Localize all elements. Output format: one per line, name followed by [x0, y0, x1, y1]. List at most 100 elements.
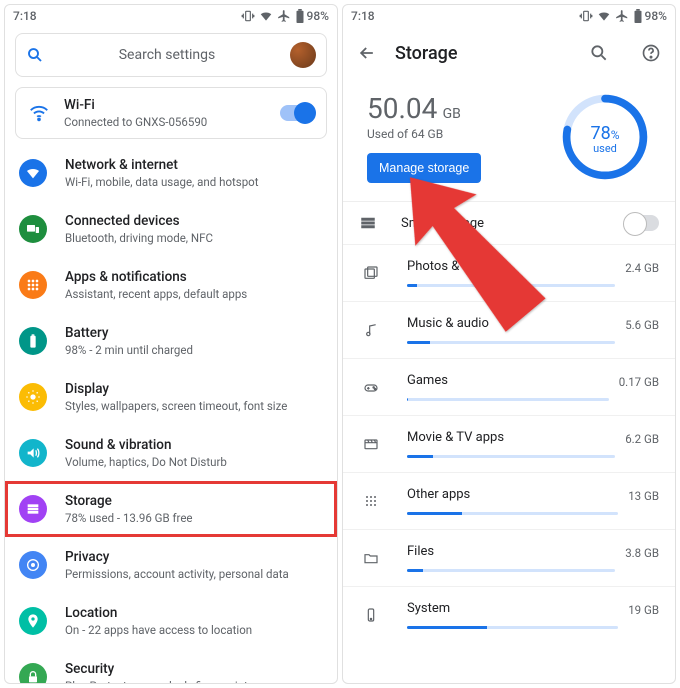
settings-list: Network & internetWi-Fi, mobile, data us…	[5, 145, 337, 683]
category-files[interactable]: Files 3.8 GB	[343, 529, 675, 586]
search-settings[interactable]: Search settings	[15, 33, 327, 77]
location-icon	[19, 607, 47, 635]
devices-icon	[19, 215, 47, 243]
wifi-icon	[19, 159, 47, 187]
row-title: Storage	[65, 493, 323, 509]
avatar[interactable]	[290, 42, 316, 68]
page-title: Storage	[395, 43, 458, 64]
category-name: Other apps	[407, 487, 618, 502]
wifi-sub: Connected to GNXS-056590	[64, 115, 280, 129]
category-photos[interactable]: Photos & videos2.4 GB	[343, 244, 675, 301]
battery-text: 98%	[645, 9, 667, 23]
row-title: Sound & vibration	[65, 437, 323, 453]
category-bar	[407, 398, 609, 401]
settings-row-battery[interactable]: Battery 98% - 2 min until charged	[5, 313, 337, 369]
settings-row-location[interactable]: Location On - 22 apps have access to loca…	[5, 593, 337, 649]
row-title: Privacy	[65, 549, 323, 565]
category-list: Photos & videos2.4 GBMusic & audio5.6 GB…	[343, 244, 675, 643]
row-sub: On - 22 apps have access to location	[65, 623, 323, 637]
wifi-toggle[interactable]	[280, 105, 314, 121]
storage-icon	[359, 214, 377, 232]
battery-text: 98%	[307, 9, 329, 23]
search-icon	[26, 46, 44, 64]
settings-row-apps[interactable]: Apps & notifications Assistant, recent ap…	[5, 257, 337, 313]
search-icon[interactable]	[589, 43, 609, 63]
category-bar	[407, 569, 615, 572]
help-icon[interactable]	[641, 43, 661, 63]
category-value: 3.8 GB	[625, 546, 659, 560]
smart-toggle[interactable]	[625, 215, 659, 231]
used-sub: Used of 64 GB	[367, 127, 481, 141]
ring-sub: used	[557, 142, 653, 155]
category-name: Photos & videos	[407, 259, 615, 274]
row-title: Battery	[65, 325, 323, 341]
storage-summary: 50.04 GB Used of 64 GB Manage storage 78…	[343, 79, 675, 201]
category-value: 13 GB	[628, 489, 659, 503]
row-title: Display	[65, 381, 323, 397]
back-icon[interactable]	[357, 43, 377, 63]
games-icon	[359, 379, 383, 395]
manage-storage-button[interactable]: Manage storage	[367, 153, 481, 183]
row-title: Apps & notifications	[65, 269, 323, 285]
clock: 7:18	[13, 9, 37, 23]
category-system[interactable]: System 19 GB	[343, 586, 675, 643]
category-name: Files	[407, 544, 615, 559]
wifi-card[interactable]: Wi-Fi Connected to GNXS-056590	[15, 87, 327, 139]
storage-icon	[19, 495, 47, 523]
settings-row-privacy[interactable]: PrivacyPermissions, account activity, pe…	[5, 537, 337, 593]
smart-storage-row[interactable]: Smart Storage	[343, 201, 675, 244]
category-movies[interactable]: Movie & TV apps6.2 GB	[343, 415, 675, 472]
category-bar	[407, 455, 615, 458]
category-name: Games	[407, 373, 609, 388]
wifi-status-icon	[259, 9, 273, 23]
category-value: 19 GB	[628, 603, 659, 617]
smart-label: Smart Storage	[401, 216, 625, 231]
row-title: Security	[65, 661, 323, 677]
wifi-icon	[28, 102, 50, 124]
settings-row-wifi[interactable]: Network & internetWi-Fi, mobile, data us…	[5, 145, 337, 201]
clock: 7:18	[351, 9, 375, 23]
category-music[interactable]: Music & audio5.6 GB	[343, 301, 675, 358]
security-icon	[19, 663, 47, 683]
row-sub: Bluetooth, driving mode, NFC	[65, 231, 323, 245]
ring-pct-suffix: %	[611, 128, 620, 142]
settings-row-display[interactable]: Display Styles, wallpapers, screen timeou…	[5, 369, 337, 425]
category-name: Movie & TV apps	[407, 430, 615, 445]
row-sub: Volume, haptics, Do Not Disturb	[65, 455, 323, 469]
row-sub: Styles, wallpapers, screen timeout, font…	[65, 399, 323, 413]
category-bar	[407, 284, 615, 287]
app-bar: Storage	[343, 27, 675, 79]
storage-screen: 7:18 98% Storage 50.04 GB Used of 64 GB …	[342, 4, 676, 684]
row-sub: 98% - 2 min until charged	[65, 343, 323, 357]
other-icon	[359, 493, 383, 509]
row-title: Location	[65, 605, 323, 621]
category-games[interactable]: Games0.17 GB	[343, 358, 675, 415]
wifi-title: Wi-Fi	[64, 97, 280, 113]
files-icon	[359, 550, 383, 566]
category-bar	[407, 626, 618, 629]
category-value: 5.6 GB	[625, 318, 659, 332]
used-number: 50.04	[367, 92, 437, 125]
music-icon	[359, 322, 383, 338]
display-icon	[19, 383, 47, 411]
settings-row-devices[interactable]: Connected devicesBluetooth, driving mode…	[5, 201, 337, 257]
battery-icon	[295, 9, 305, 23]
settings-row-storage[interactable]: Storage 78% used - 13.96 GB free	[5, 481, 337, 537]
status-bar: 7:18 98%	[343, 5, 675, 27]
settings-screen: 7:18 98% Search settings Wi-Fi Connected…	[4, 4, 338, 684]
settings-row-security[interactable]: Security Play Protect, screen lock, finge…	[5, 649, 337, 683]
category-other[interactable]: Other apps 13 GB	[343, 472, 675, 529]
vibrate-icon	[241, 9, 255, 23]
battery-icon	[19, 327, 47, 355]
category-bar	[407, 512, 618, 515]
row-title: Network & internet	[65, 157, 323, 173]
apps-icon	[19, 271, 47, 299]
row-sub: 78% used - 13.96 GB free	[65, 511, 323, 525]
search-placeholder: Search settings	[54, 47, 280, 63]
category-name: System	[407, 601, 618, 616]
usage-ring: 78% used	[557, 89, 653, 185]
system-icon	[359, 607, 383, 623]
row-sub: Play Protect, screen lock, fingerprint	[65, 679, 323, 683]
row-sub: Assistant, recent apps, default apps	[65, 287, 323, 301]
settings-row-sound[interactable]: Sound & vibration Volume, haptics, Do Not…	[5, 425, 337, 481]
